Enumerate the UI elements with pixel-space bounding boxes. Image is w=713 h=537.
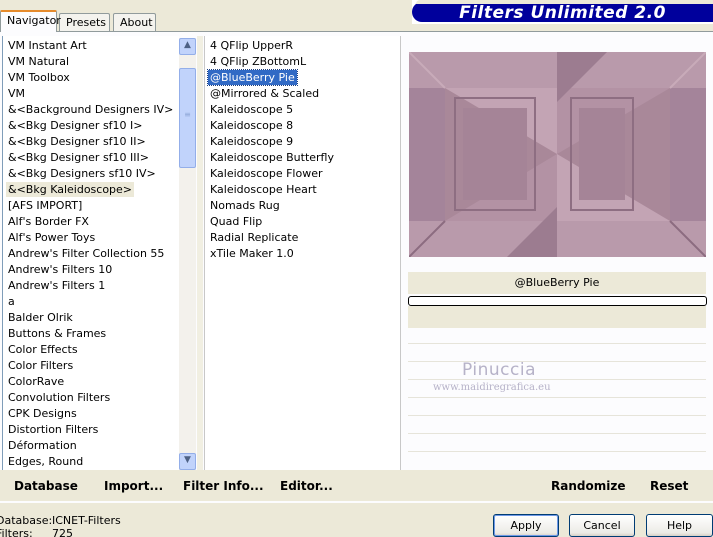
filter-list-item[interactable]: xTile Maker 1.0 <box>208 246 296 261</box>
category-list-item[interactable]: &<Bkg Designer sf10 II> <box>6 134 148 149</box>
app-title: Filters Unlimited 2.0 <box>459 3 666 23</box>
preview-image <box>409 52 706 257</box>
filter-list-item[interactable]: Radial Replicate <box>208 230 300 245</box>
category-list-item[interactable]: &<Bkg Designer sf10 III> <box>6 150 151 165</box>
watermark-url: www.maidiregrafica.eu <box>433 382 551 393</box>
filter-list-item[interactable]: Kaleidoscope Butterfly <box>208 150 336 165</box>
param-row-divider <box>408 397 706 398</box>
param-row-divider <box>408 415 706 416</box>
filter-list-item[interactable]: Kaleidoscope 8 <box>208 118 295 133</box>
filter-list-item[interactable]: 4 QFlip UpperR <box>208 38 295 53</box>
category-list-item[interactable]: &<Bkg Designer sf10 I> <box>6 118 145 133</box>
filter-list-item[interactable]: @BlueBerry Pie <box>207 69 298 86</box>
category-list-item[interactable]: &<Bkg Kaleidoscope> <box>6 182 135 197</box>
category-list-item[interactable]: Convolution Filters <box>6 390 112 405</box>
arrow-down-icon[interactable]: ▼ <box>179 453 196 470</box>
category-list-item[interactable]: Andrew's Filter Collection 55 <box>6 246 166 261</box>
param-row-divider <box>408 361 706 362</box>
filter-list[interactable]: 4 QFlip UpperR 4 QFlip ZBottomL @BlueBerry… <box>204 36 401 470</box>
database-status-value: ICNET-Filters <box>52 514 121 527</box>
param-row-divider <box>408 451 706 452</box>
selected-filter-name: @BlueBerry Pie <box>408 272 706 294</box>
filters-status-value: 725 <box>52 527 73 537</box>
category-list[interactable]: VM Instant Art VM Natural VM Toolbox VM &<Ba… <box>2 36 179 470</box>
category-list-item[interactable]: Balder Olrik <box>6 310 75 325</box>
category-list-item[interactable]: Buttons & Frames <box>6 326 108 341</box>
import-button[interactable]: Import... <box>104 479 163 493</box>
category-list-item[interactable]: Edges, Round <box>6 454 85 469</box>
filter-list-item[interactable]: Nomads Rug <box>208 198 282 213</box>
randomize-button[interactable]: Randomize <box>551 479 625 493</box>
category-list-item[interactable]: &<Bkg Designers sf10 IV> <box>6 166 158 181</box>
bottom-toolbar: Database Import... Filter Info... Editor… <box>0 470 713 501</box>
category-list-item[interactable]: Color Filters <box>6 358 75 373</box>
category-list-item[interactable]: Color Effects <box>6 342 80 357</box>
scrollbar-thumb[interactable]: ≡ <box>179 68 196 168</box>
filter-list-item[interactable]: Kaleidoscope 9 <box>208 134 295 149</box>
progress-bar <box>408 296 707 306</box>
filter-list-item[interactable]: Quad Flip <box>208 214 264 229</box>
category-list-item[interactable]: CPK Designs <box>6 406 79 421</box>
category-list-item[interactable]: &<Background Designers IV> <box>6 102 175 117</box>
category-list-item[interactable]: Alf's Power Toys <box>6 230 97 245</box>
filter-list-item[interactable]: @Mirrored & Scaled <box>208 86 321 101</box>
category-list-item[interactable]: VM Toolbox <box>6 70 72 85</box>
category-list-item[interactable]: VM Natural <box>6 54 71 69</box>
status-area: Database: ICNET-Filters Filters: 725 <box>0 509 300 537</box>
parameter-area <box>408 306 706 328</box>
category-list-item[interactable]: Distortion Filters <box>6 422 100 437</box>
watermark-title: Pinuccia <box>462 360 536 380</box>
filter-list-item[interactable]: Kaleidoscope 5 <box>208 102 295 117</box>
tab-about[interactable]: About <box>113 13 156 32</box>
tab-presets[interactable]: Presets <box>59 13 110 32</box>
param-row-divider <box>408 379 706 380</box>
category-list-item[interactable]: a <box>6 294 17 309</box>
apply-button[interactable]: Apply <box>493 514 559 537</box>
category-list-item[interactable]: Andrew's Filters 1 <box>6 278 107 293</box>
database-status-label: Database: <box>0 514 53 527</box>
reset-button[interactable]: Reset <box>650 479 688 493</box>
category-list-item[interactable]: VM Instant Art <box>6 38 89 53</box>
arrow-up-icon[interactable]: ▲ <box>179 38 196 55</box>
category-list-item[interactable]: Andrew's Filters 10 <box>6 262 114 277</box>
editor-button[interactable]: Editor... <box>280 479 333 493</box>
category-list-item[interactable]: Déformation <box>6 438 79 453</box>
filter-list-item[interactable]: Kaleidoscope Flower <box>208 166 325 181</box>
category-list-item[interactable]: VM <box>6 86 27 101</box>
filters-status-label: Filters: <box>0 527 33 537</box>
app-banner: Filters Unlimited 2.0 <box>412 0 713 24</box>
category-scrollbar[interactable]: ▲ ≡ ▼ <box>179 38 196 470</box>
category-list-item[interactable]: [AFS IMPORT] <box>6 198 84 213</box>
kaleidoscope-preview <box>409 52 706 257</box>
category-list-item[interactable]: ColorRave <box>6 374 66 389</box>
param-row-divider <box>408 433 706 434</box>
help-button[interactable]: Help <box>646 514 713 537</box>
tab-navigator[interactable]: Navigator <box>0 10 61 32</box>
list-divider <box>197 36 203 470</box>
cancel-button[interactable]: Cancel <box>569 514 635 537</box>
filter-list-item[interactable]: 4 QFlip ZBottomL <box>208 54 308 69</box>
filter-list-item[interactable]: Kaleidoscope Heart <box>208 182 319 197</box>
filter-info-button[interactable]: Filter Info... <box>183 479 264 493</box>
category-list-item[interactable]: Alf's Border FX <box>6 214 91 229</box>
database-button[interactable]: Database <box>14 479 78 493</box>
param-row-divider <box>408 343 706 344</box>
